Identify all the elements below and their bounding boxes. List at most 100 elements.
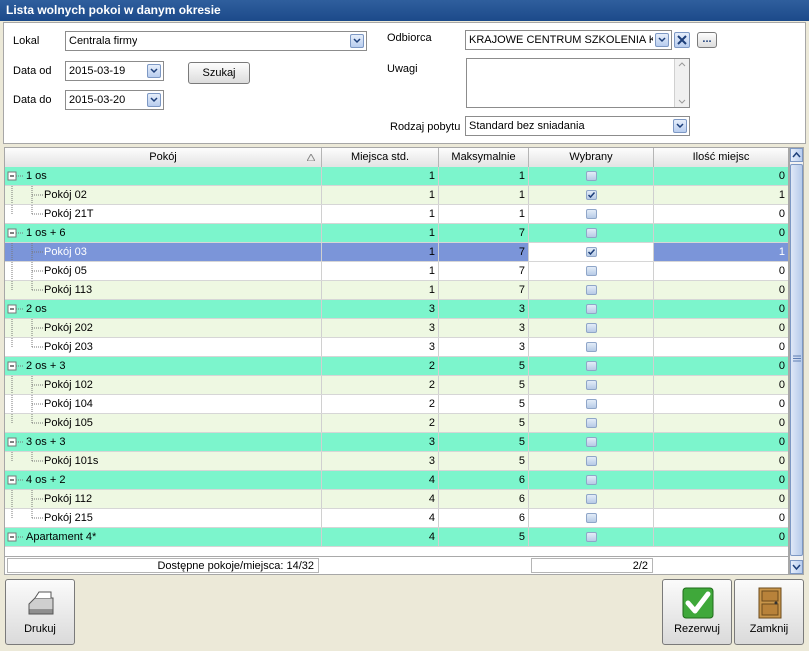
room-name-cell: Pokój 02 <box>5 186 322 204</box>
column-header-miejsca[interactable]: Miejsca std. <box>322 148 439 167</box>
scroll-down-button[interactable] <box>790 560 803 574</box>
clear-odbiorca-button[interactable] <box>674 32 690 48</box>
odbiorca-select[interactable]: KRAJOWE CENTRUM SZKOLENIA KADF <box>465 30 672 50</box>
room-name-cell: 4 os + 2 <box>5 471 322 489</box>
checkbox-unchecked[interactable] <box>586 361 597 371</box>
more-odbiorca-button[interactable]: ... <box>697 32 717 48</box>
ilosc-miejsc-cell[interactable]: 0 <box>654 224 788 242</box>
group-row[interactable]: 4 os + 2 46 0 <box>5 471 788 490</box>
ilosc-miejsc-cell[interactable]: 0 <box>654 471 788 489</box>
uwagi-scrollbar[interactable] <box>674 59 689 107</box>
ilosc-miejsc-cell[interactable]: 0 <box>654 338 788 356</box>
checkbox-unchecked[interactable] <box>586 494 597 504</box>
table-row[interactable]: Pokój 105 2 5 0 <box>5 414 788 433</box>
ilosc-miejsc-cell[interactable]: 0 <box>654 357 788 375</box>
checkbox-unchecked[interactable] <box>586 399 597 409</box>
room-name-cell: Pokój 101s <box>5 452 322 470</box>
ilosc-miejsc-cell[interactable]: 0 <box>654 319 788 337</box>
reserve-button[interactable]: Rezerwuj <box>662 579 732 645</box>
table-row[interactable]: Pokój 21T 1 1 0 <box>5 205 788 224</box>
ilosc-miejsc-cell[interactable]: 0 <box>654 528 788 546</box>
table-row[interactable]: Pokój 113 1 7 0 <box>5 281 788 300</box>
ilosc-miejsc-cell[interactable]: 0 <box>654 414 788 432</box>
ilosc-miejsc-cell[interactable]: 0 <box>654 281 788 299</box>
table-row[interactable]: Pokój 02 1 1 1 <box>5 186 788 205</box>
checkbox-unchecked[interactable] <box>586 323 597 333</box>
table-row[interactable]: Pokój 03 1 7 1 <box>5 243 788 262</box>
checkbox-checked[interactable] <box>586 190 597 200</box>
table-row[interactable]: Pokój 215 4 6 0 <box>5 509 788 528</box>
chevron-down-icon[interactable] <box>673 119 687 133</box>
checkbox-unchecked[interactable] <box>586 456 597 466</box>
lokal-select[interactable]: Centrala firmy <box>65 31 367 51</box>
group-row[interactable]: 2 os + 3 25 0 <box>5 357 788 376</box>
checkbox-unchecked[interactable] <box>586 380 597 390</box>
ilosc-miejsc-cell[interactable]: 0 <box>654 167 788 185</box>
table-row[interactable]: Pokój 203 3 3 0 <box>5 338 788 357</box>
rodzaj-select[interactable]: Standard bez sniadania <box>465 116 690 136</box>
checkbox-unchecked[interactable] <box>586 437 597 447</box>
ilosc-miejsc-cell[interactable]: 0 <box>654 262 788 280</box>
group-row[interactable]: 3 os + 3 35 0 <box>5 433 788 452</box>
tree-collapse-icon[interactable] <box>7 528 25 546</box>
ilosc-miejsc-cell[interactable]: 0 <box>654 300 788 318</box>
group-row[interactable]: 1 os 1 1 0 <box>5 167 788 186</box>
column-header-wybrany[interactable]: Wybrany <box>529 148 654 167</box>
group-row[interactable]: 2 os 3 3 0 <box>5 300 788 319</box>
checkbox-unchecked[interactable] <box>586 304 597 314</box>
table-row[interactable]: Pokój 112 4 6 0 <box>5 490 788 509</box>
chevron-down-icon[interactable] <box>350 34 364 48</box>
tree-collapse-icon[interactable] <box>7 167 25 185</box>
ilosc-miejsc-cell[interactable]: 0 <box>654 452 788 470</box>
data-od-picker[interactable]: 2015-03-19 <box>65 61 164 81</box>
ilosc-miejsc-cell[interactable]: 0 <box>654 376 788 394</box>
checkbox-unchecked[interactable] <box>586 171 597 181</box>
ilosc-miejsc-cell[interactable]: 0 <box>654 433 788 451</box>
checkbox-unchecked[interactable] <box>586 228 597 238</box>
scroll-thumb[interactable] <box>790 164 803 556</box>
data-do-picker[interactable]: 2015-03-20 <box>65 90 164 110</box>
tree-collapse-icon[interactable] <box>7 357 25 375</box>
scroll-up-button[interactable] <box>790 148 803 162</box>
chevron-down-icon[interactable] <box>147 93 161 107</box>
group-row[interactable]: 1 os + 6 17 0 <box>5 224 788 243</box>
table-row[interactable]: Pokój 05 1 7 0 <box>5 262 788 281</box>
ilosc-miejsc-cell[interactable]: 0 <box>654 490 788 508</box>
close-button[interactable]: Zamknij <box>734 579 804 645</box>
maksymalnie-cell: 5 <box>439 528 529 546</box>
checkbox-unchecked[interactable] <box>586 475 597 485</box>
grid-scrollbar[interactable] <box>789 147 804 575</box>
ilosc-miejsc-cell[interactable]: 1 <box>654 243 788 261</box>
column-header-pokoj[interactable]: Pokój <box>5 148 322 167</box>
checkbox-unchecked[interactable] <box>586 532 597 542</box>
checkbox-unchecked[interactable] <box>586 513 597 523</box>
checkbox-unchecked[interactable] <box>586 266 597 276</box>
table-row[interactable]: Pokój 202 3 3 0 <box>5 319 788 338</box>
chevron-down-icon[interactable] <box>147 64 161 78</box>
chevron-down-icon[interactable] <box>655 33 669 47</box>
column-header-maksymalnie[interactable]: Maksymalnie <box>439 148 529 167</box>
tree-collapse-icon[interactable] <box>7 224 25 242</box>
tree-collapse-icon[interactable] <box>7 433 25 451</box>
rooms-grid[interactable]: Pokój Miejsca std. Maksymalnie Wybrany I… <box>4 147 789 575</box>
checkbox-checked[interactable] <box>586 247 597 257</box>
column-header-ilosc[interactable]: Ilość miejsc <box>654 148 788 167</box>
table-row[interactable]: Pokój 102 2 5 0 <box>5 376 788 395</box>
search-button[interactable]: Szukaj <box>188 62 250 84</box>
checkbox-unchecked[interactable] <box>586 342 597 352</box>
ilosc-miejsc-cell[interactable]: 1 <box>654 186 788 204</box>
print-button[interactable]: Drukuj <box>5 579 75 645</box>
tree-collapse-icon[interactable] <box>7 471 25 489</box>
table-row[interactable]: Pokój 104 2 5 0 <box>5 395 788 414</box>
ilosc-miejsc-cell[interactable]: 0 <box>654 509 788 527</box>
group-row[interactable]: Apartament 4* 4 5 0 <box>5 528 788 547</box>
checkbox-unchecked[interactable] <box>586 209 597 219</box>
checkbox-unchecked[interactable] <box>586 285 597 295</box>
uwagi-textarea[interactable] <box>466 58 690 108</box>
tree-branch-icon <box>11 338 43 348</box>
tree-collapse-icon[interactable] <box>7 300 25 318</box>
table-row[interactable]: Pokój 101s 3 5 0 <box>5 452 788 471</box>
ilosc-miejsc-cell[interactable]: 0 <box>654 395 788 413</box>
checkbox-unchecked[interactable] <box>586 418 597 428</box>
ilosc-miejsc-cell[interactable]: 0 <box>654 205 788 223</box>
